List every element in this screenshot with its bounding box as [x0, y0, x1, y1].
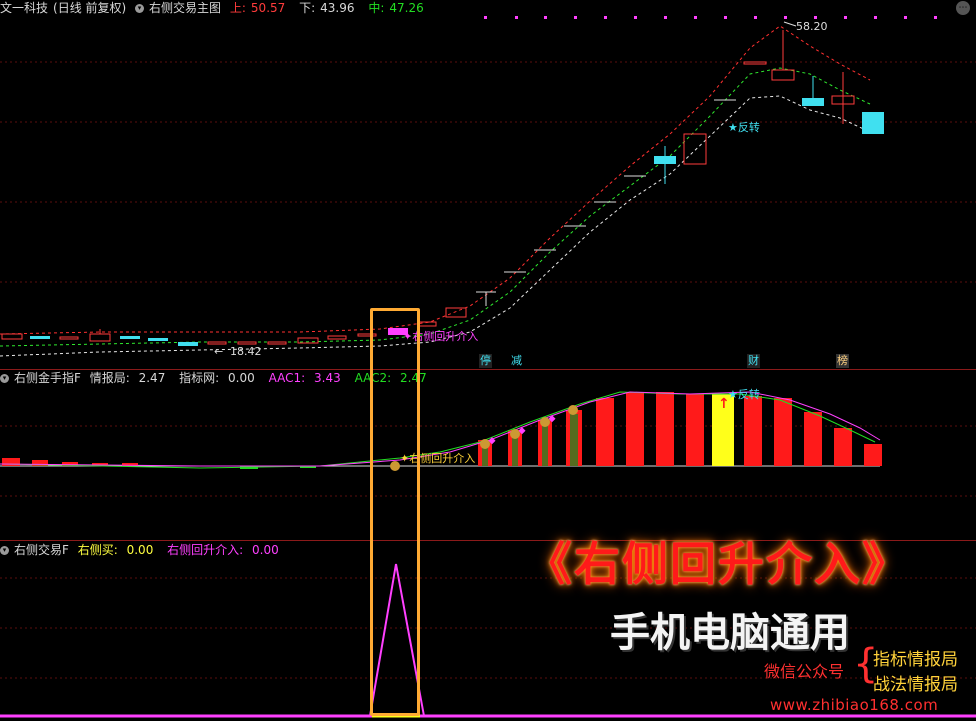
tag-top: 榜: [836, 354, 849, 368]
indicator-menu-icon[interactable]: ▾: [0, 374, 9, 383]
sub1-histogram-chart[interactable]: ↑ ✦右侧回升介入 ★反转: [0, 386, 976, 536]
lower-band-label: 下: 43.96: [299, 1, 355, 15]
wechat-account-1: 指标情报局: [873, 650, 958, 670]
tag-reduce: 减: [511, 354, 522, 367]
sub2-indicator-name[interactable]: 右侧交易F: [14, 543, 69, 557]
period-label: (日线 前复权): [53, 1, 127, 15]
sub1-reversal-label: ★反转: [728, 387, 760, 401]
mid-band-line: [0, 67, 871, 347]
main-reversal-label: ★反转: [728, 120, 760, 134]
lower-band-line: [0, 95, 871, 357]
upper-band-line: [0, 25, 871, 335]
website-link[interactable]: www.zhibiao168.com: [770, 696, 938, 714]
main-chart-header: 文一科技 (日线 前复权) ▾ 右侧交易主图 上: 50.57 下: 43.96 中: 4…: [0, 0, 434, 16]
wechat-account-2: 战法情报局: [873, 675, 958, 695]
high-price-label: 58.20: [796, 20, 828, 33]
panel-options-icon[interactable]: ⋯: [956, 1, 970, 15]
indicator-menu-icon[interactable]: ▾: [0, 546, 9, 555]
promo-subtitle: 手机电脑通用: [610, 610, 850, 656]
wechat-label: 微信公众号: [764, 662, 845, 681]
low-price-label: 18.42: [230, 345, 262, 358]
stock-name: 文一科技: [0, 1, 49, 15]
sub1-indicator-name[interactable]: 右侧金手指F: [14, 371, 81, 385]
mid-band-label: 中: 47.26: [368, 1, 424, 15]
indicator-menu-icon[interactable]: ▾: [135, 4, 145, 13]
main-indicator-name[interactable]: 右侧交易主图: [149, 1, 221, 15]
signal-highlight-box: [370, 308, 420, 716]
tag-wealth: 财: [747, 354, 760, 368]
sub2-header: ▾ 右侧交易F 右侧买: 0.00 右侧回升介入: 0.00: [0, 542, 289, 558]
upper-band-label: 上: 50.57: [229, 1, 286, 15]
svg-text:←: ←: [214, 345, 223, 358]
main-candlestick-chart[interactable]: 58.20 ← 18.42 ✦右侧回升介入 ★反转: [0, 16, 976, 368]
tag-stop: 停: [479, 354, 492, 368]
promo-title: 《右侧回升介入》: [526, 537, 910, 591]
